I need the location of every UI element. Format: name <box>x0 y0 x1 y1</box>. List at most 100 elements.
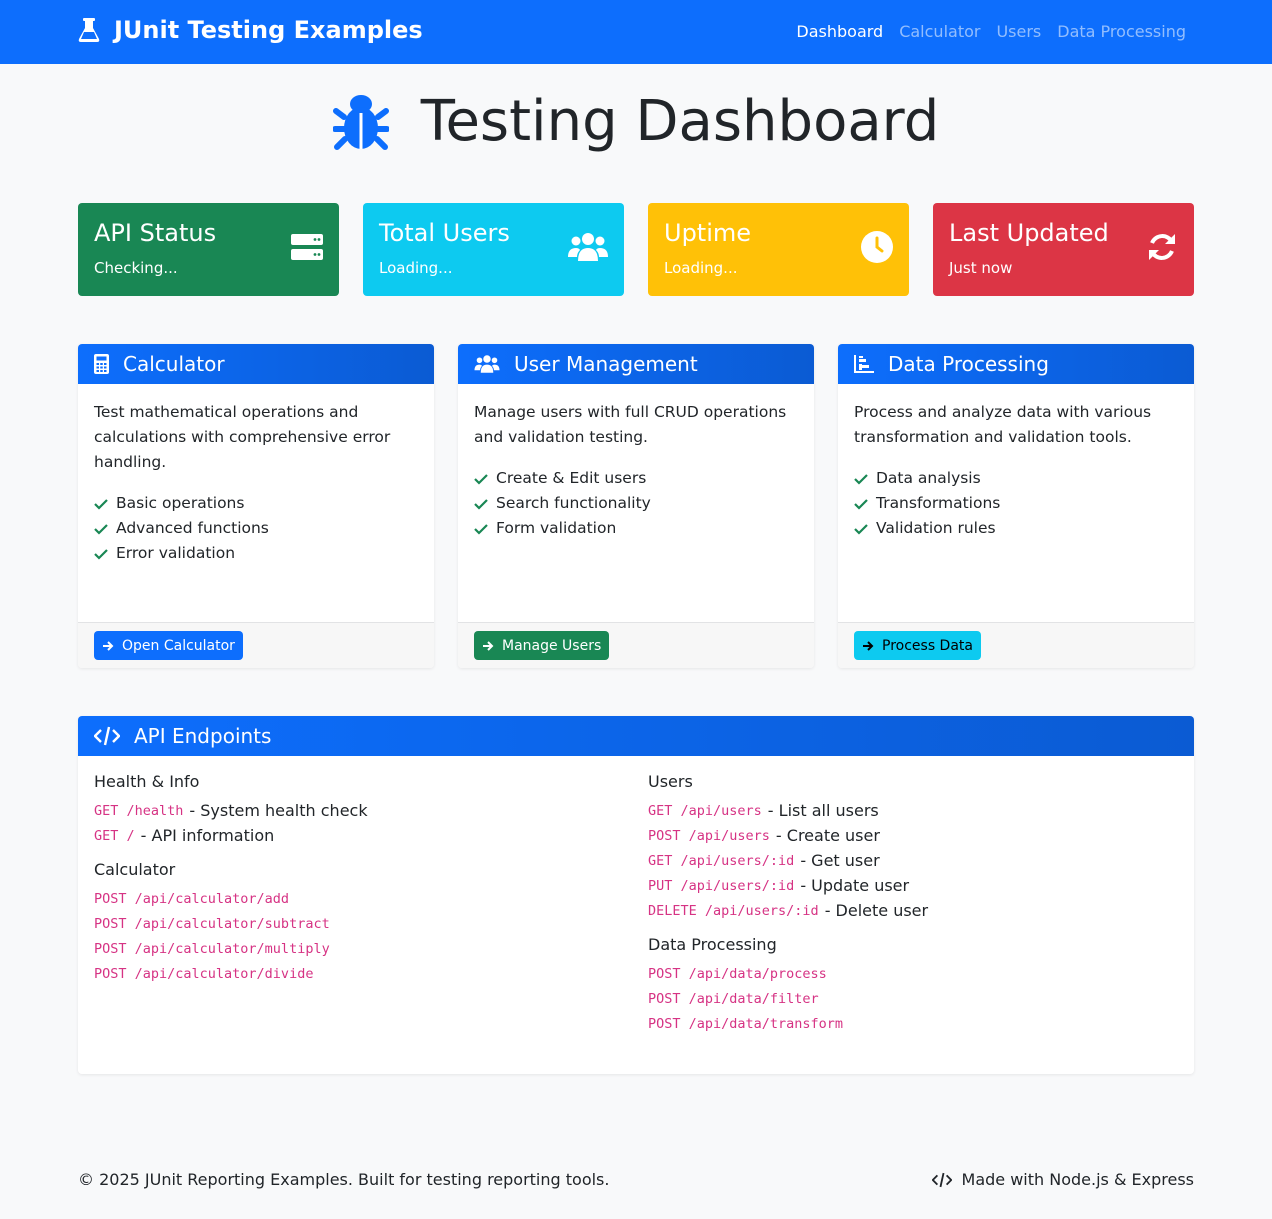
flask-icon <box>78 18 100 42</box>
users-icon <box>568 233 608 261</box>
endpoint-desc: - Create user <box>775 826 880 845</box>
endpoint-route: GET / <box>94 827 135 844</box>
chart-bar-icon <box>854 355 874 373</box>
clock-icon <box>861 231 893 263</box>
footer-copyright: © 2025 JUnit Reporting Examples. Built f… <box>78 1170 610 1189</box>
made-with-label: Made with Node.js & Express <box>961 1170 1194 1189</box>
endpoint-route: POST /api/calculator/subtract <box>94 915 330 932</box>
card-title: API Endpoints <box>134 724 272 748</box>
card-body: Process and analyze data with various tr… <box>838 384 1194 541</box>
check-icon <box>94 498 108 510</box>
feature-label: Form validation <box>496 519 617 537</box>
endpoints-right-column: Users GET /api/users - List all users POS… <box>648 772 928 1048</box>
footer-made-with: Made with Node.js & Express <box>931 1170 1194 1189</box>
stat-label: Last Updated <box>949 219 1109 247</box>
list-item: POST /api/calculator/multiply <box>94 936 368 961</box>
users-icon <box>474 355 500 373</box>
check-icon <box>94 548 108 560</box>
stat-label: Uptime <box>664 219 752 247</box>
list-item: POST /api/data/process <box>648 961 928 986</box>
list-item: Create & Edit users <box>474 466 798 491</box>
group-heading: Data Processing <box>648 935 777 954</box>
feature-label: Validation rules <box>876 519 996 537</box>
group-heading: Users <box>648 772 693 791</box>
card-header: API Endpoints <box>78 716 1194 756</box>
arrow-right-icon <box>863 640 874 651</box>
refresh-icon <box>1149 234 1175 260</box>
footer: © 2025 JUnit Reporting Examples. Built f… <box>78 1170 1194 1189</box>
api-endpoints-card: API Endpoints Health & Info GET /health -… <box>78 716 1194 1074</box>
check-icon <box>474 498 488 510</box>
page-title: Testing Dashboard <box>420 89 940 154</box>
nav-link-data-processing[interactable]: Data Processing <box>1057 22 1186 41</box>
list-item: Data analysis <box>854 466 1178 491</box>
calculator-card: Calculator Test mathematical operations … <box>78 344 434 668</box>
list-item: GET / - API information <box>94 823 368 848</box>
list-item: POST /api/calculator/add <box>94 886 368 911</box>
list-item: GET /api/users - List all users <box>648 798 928 823</box>
endpoints-left-column: Health & Info GET /health - System health… <box>94 772 368 998</box>
list-item: GET /api/users/:id - Get user <box>648 848 928 873</box>
card-footer: Process Data <box>838 622 1194 668</box>
card-header: Calculator <box>78 344 434 384</box>
arrow-right-icon <box>103 640 114 651</box>
endpoint-route: POST /api/data/process <box>648 965 827 982</box>
open-calculator-button[interactable]: Open Calculator <box>94 631 243 660</box>
feature-label: Transformations <box>876 494 1001 512</box>
nav-link-calculator[interactable]: Calculator <box>899 22 980 41</box>
list-item: Error validation <box>94 541 418 566</box>
endpoint-route: PUT /api/users/:id <box>648 877 795 894</box>
stat-uptime: Uptime Loading... <box>648 203 909 296</box>
brand[interactable]: JUnit Testing Examples <box>78 16 423 44</box>
stat-total-users: Total Users Loading... <box>363 203 624 296</box>
stat-api-status: API Status Checking... <box>78 203 339 296</box>
endpoint-route: GET /health <box>94 802 184 819</box>
endpoint-desc: - Get user <box>800 851 880 870</box>
endpoint-route: POST /api/data/filter <box>648 990 819 1007</box>
list-item: Basic operations <box>94 491 418 516</box>
brand-title: JUnit Testing Examples <box>114 16 423 44</box>
check-icon <box>474 523 488 535</box>
group-heading: Health & Info <box>94 772 200 791</box>
feature-label: Search functionality <box>496 494 651 512</box>
list-item: POST /api/data/transform <box>648 1011 928 1036</box>
feature-label: Advanced functions <box>116 519 269 537</box>
process-data-button[interactable]: Process Data <box>854 631 981 660</box>
navbar: JUnit Testing Examples Dashboard Calcula… <box>0 0 1272 64</box>
nav-links: Dashboard Calculator Users Data Processi… <box>780 22 1186 41</box>
stat-value: Just now <box>949 259 1013 277</box>
calculator-icon <box>94 354 109 374</box>
list-item: POST /api/calculator/subtract <box>94 911 368 936</box>
nav-link-dashboard[interactable]: Dashboard <box>796 22 883 41</box>
endpoint-desc: - System health check <box>189 801 368 820</box>
feature-list: Basic operations Advanced functions Erro… <box>94 491 418 566</box>
feature-label: Create & Edit users <box>496 469 647 487</box>
manage-users-button[interactable]: Manage Users <box>474 631 610 660</box>
feature-list: Data analysis Transformations Validation… <box>854 466 1178 541</box>
feature-label: Basic operations <box>116 494 245 512</box>
endpoint-desc: - List all users <box>767 801 879 820</box>
list-item: Advanced functions <box>94 516 418 541</box>
stat-last-updated: Last Updated Just now <box>933 203 1194 296</box>
endpoint-group-calculator: Calculator POST /api/calculator/add POST… <box>94 860 368 986</box>
endpoint-route: POST /api/calculator/multiply <box>94 940 330 957</box>
button-label: Process Data <box>882 637 973 654</box>
endpoint-desc: - Update user <box>800 876 910 895</box>
endpoint-route: DELETE /api/users/:id <box>648 902 819 919</box>
check-icon <box>474 473 488 485</box>
check-icon <box>854 498 868 510</box>
endpoint-desc: - API information <box>140 826 275 845</box>
list-item: Validation rules <box>854 516 1178 541</box>
group-heading: Calculator <box>94 860 176 879</box>
card-description: Test mathematical operations and calcula… <box>94 403 391 471</box>
code-icon <box>931 1172 952 1187</box>
endpoint-group-data: Data Processing POST /api/data/process P… <box>648 935 928 1036</box>
check-icon <box>854 523 868 535</box>
card-header: Data Processing <box>838 344 1194 384</box>
card-title: Calculator <box>123 352 225 376</box>
list-item: POST /api/calculator/divide <box>94 961 368 986</box>
nav-link-users[interactable]: Users <box>996 22 1041 41</box>
stat-value: Loading... <box>664 259 738 277</box>
list-item: Form validation <box>474 516 798 541</box>
bug-icon <box>332 95 389 150</box>
